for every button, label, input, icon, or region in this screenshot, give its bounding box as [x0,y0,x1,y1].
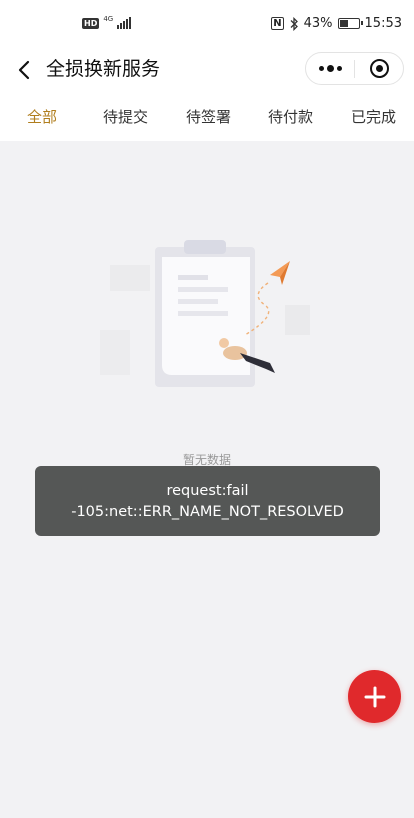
back-button[interactable] [10,56,38,84]
nav-bar: 全损换新服务 [0,50,414,92]
battery-icon [337,18,363,29]
signal-indicator: HD 4G [82,15,132,29]
empty-state-illustration [100,240,310,387]
tab-pending-sign[interactable]: 待签署 [186,106,231,127]
tab-all[interactable]: 全部 [27,106,57,127]
network-type: 4G [103,15,114,23]
error-toast: request:fail -105:net::ERR_NAME_NOT_RESO… [35,466,380,536]
chevron-left-icon [18,60,30,80]
tab-pending-payment[interactable]: 待付款 [268,106,313,127]
clock: 15:53 [364,16,402,31]
mini-program-capsule [305,52,404,85]
more-button[interactable] [306,53,354,84]
page-title: 全损换新服务 [46,58,161,80]
hd-badge: HD [82,18,100,29]
top-header: HD 4G N 43% 15:53 全损换新服务 全部 待提交 待签署 待付款 … [0,0,414,141]
battery-percent: 43% [303,16,333,31]
tab-pending-submit[interactable]: 待提交 [103,106,148,127]
status-right: N 43% 15:53 [271,16,402,31]
tab-completed[interactable]: 已完成 [351,106,396,127]
nfc-icon: N [271,17,284,30]
signal-bars-icon [117,17,132,29]
status-bar: HD 4G N 43% 15:53 [0,0,414,50]
toast-line-2: -105:net::ERR_NAME_NOT_RESOLVED [71,504,344,520]
more-dots-icon [318,65,342,72]
plus-icon [364,686,385,707]
add-button[interactable] [348,670,401,723]
target-circle-icon [369,59,389,78]
status-tabs: 全部 待提交 待签署 待付款 已完成 [0,96,414,136]
toast-line-1: request:fail [166,483,249,499]
close-mini-program-button[interactable] [355,53,403,84]
bluetooth-icon [290,16,298,31]
